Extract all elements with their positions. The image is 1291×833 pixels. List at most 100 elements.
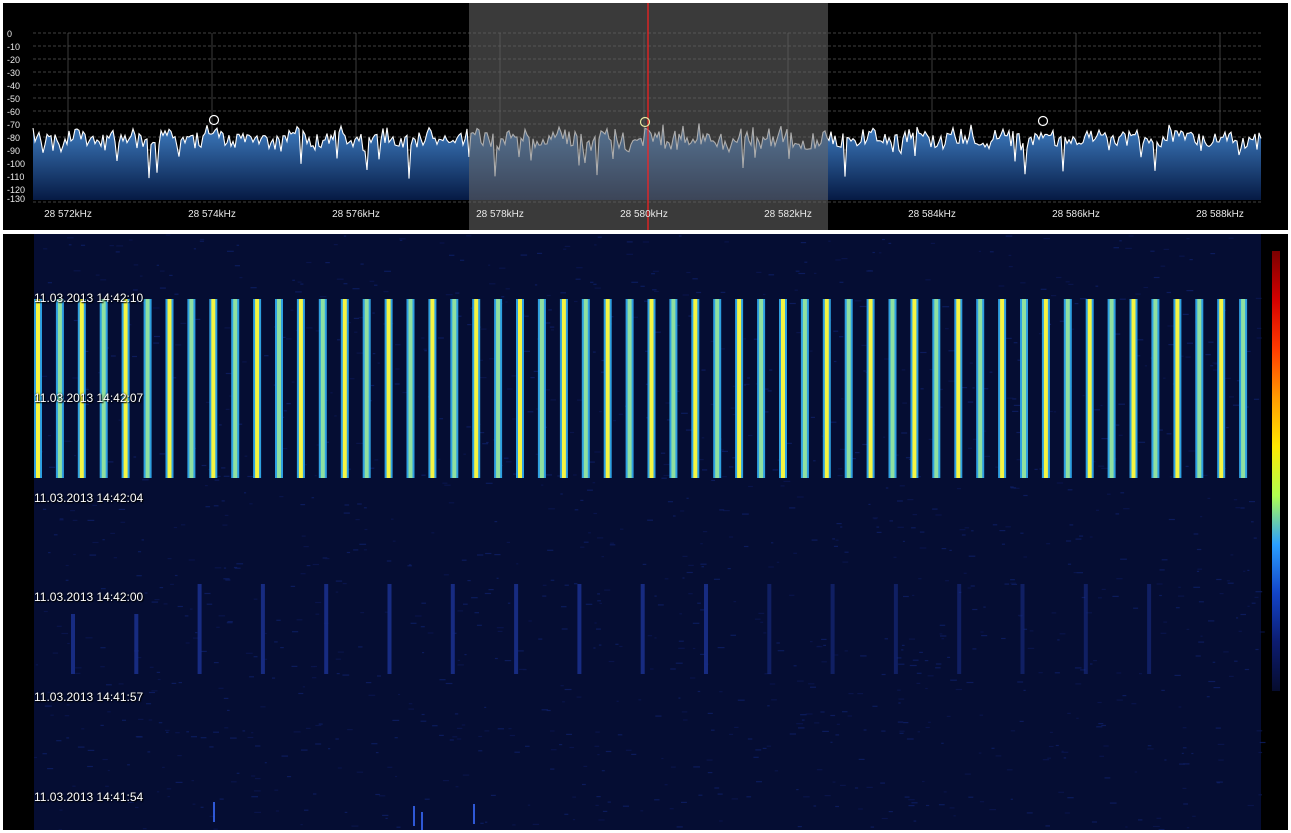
noise-speckle	[178, 682, 182, 684]
noise-speckle	[1256, 337, 1262, 339]
noise-speckle	[383, 291, 389, 293]
noise-speckle	[438, 337, 444, 339]
noise-speckle	[550, 768, 555, 770]
noise-speckle	[585, 603, 593, 605]
noise-speckle	[509, 734, 515, 737]
noise-speckle	[527, 411, 534, 413]
noise-speckle	[387, 766, 393, 768]
noise-speckle	[722, 476, 727, 478]
noise-speckle	[1207, 497, 1211, 499]
noise-speckle	[316, 444, 319, 446]
noise-speckle	[863, 370, 866, 372]
noise-speckle	[1138, 441, 1146, 443]
noise-speckle	[42, 753, 47, 755]
signal-stripe	[866, 299, 875, 478]
noise-speckle	[922, 780, 925, 783]
db-scale-label: -100	[7, 159, 26, 169]
noise-speckle	[746, 796, 752, 798]
noise-speckle	[395, 344, 401, 346]
noise-speckle	[654, 290, 659, 293]
noise-speckle	[1229, 675, 1234, 677]
waterfall-display[interactable]	[3, 234, 1288, 830]
noise-speckle	[490, 794, 496, 796]
signal-stripe	[1195, 299, 1204, 478]
noise-speckle	[698, 459, 704, 461]
noise-speckle	[395, 368, 400, 370]
noise-speckle	[599, 602, 602, 604]
noise-speckle	[525, 745, 530, 747]
freq-axis-label: 28 588kHz	[1196, 209, 1244, 220]
noise-speckle	[1131, 703, 1137, 705]
faint-signal-stripe	[514, 584, 519, 674]
waterfall-panel[interactable]: 11.03.2013 14:42:10 11.03.2013 14:42:07 …	[3, 234, 1288, 830]
noise-speckle	[926, 804, 930, 807]
noise-speckle	[100, 666, 105, 668]
noise-speckle	[264, 632, 267, 635]
signal-stripe	[844, 299, 853, 478]
noise-speckle	[1104, 777, 1111, 779]
noise-speckle	[1019, 720, 1024, 722]
noise-speckle	[847, 715, 852, 717]
noise-speckle	[214, 567, 222, 569]
spectrum-panel[interactable]: 0 -10 -20 -30 -40 -50 -60 -70 -80 -90 -1…	[3, 3, 1288, 230]
noise-speckle	[1023, 689, 1026, 691]
noise-speckle	[550, 749, 557, 751]
noise-speckle	[572, 819, 576, 821]
noise-speckle	[463, 603, 468, 605]
noise-speckle	[42, 508, 47, 510]
noise-speckle	[527, 804, 531, 806]
noise-speckle	[911, 802, 918, 804]
faint-signal-stripe	[957, 584, 962, 674]
noise-speckle	[839, 336, 844, 338]
signal-stripe	[800, 299, 809, 478]
noise-speckle	[582, 783, 586, 786]
noise-speckle	[883, 436, 886, 438]
noise-speckle	[1101, 467, 1108, 469]
noise-speckle	[620, 528, 624, 530]
noise-speckle	[1255, 648, 1259, 651]
noise-speckle	[961, 534, 966, 536]
noise-speckle	[346, 551, 351, 554]
noise-speckle	[1005, 526, 1011, 528]
noise-speckle	[517, 650, 524, 652]
noise-speckle	[484, 706, 487, 708]
noise-speckle	[499, 267, 506, 269]
noise-speckle	[860, 655, 867, 657]
noise-speckle	[312, 563, 319, 566]
noise-speckle	[724, 241, 729, 243]
signal-stripe	[450, 299, 459, 478]
noise-speckle	[455, 786, 459, 788]
noise-speckle	[454, 713, 459, 715]
noise-speckle	[201, 464, 207, 467]
signal-stripe	[494, 299, 503, 478]
noise-speckle	[1219, 593, 1224, 595]
noise-speckle	[833, 330, 839, 332]
noise-speckle	[789, 733, 796, 735]
noise-speckle	[801, 719, 805, 721]
noise-speckle	[159, 287, 166, 289]
noise-speckle	[251, 775, 256, 777]
spectrum-plot[interactable]	[3, 3, 1288, 230]
signal-stripe	[537, 299, 546, 478]
noise-speckle	[602, 810, 608, 812]
noise-speckle	[242, 730, 246, 732]
noise-speckle	[706, 759, 713, 761]
signal-stripe	[34, 299, 42, 478]
noise-speckle	[163, 603, 168, 605]
noise-speckle	[949, 807, 955, 809]
noise-speckle	[1169, 476, 1173, 478]
noise-speckle	[793, 665, 797, 667]
noise-speckle	[1082, 395, 1085, 397]
noise-speckle	[771, 699, 777, 701]
noise-speckle	[127, 764, 130, 766]
noise-speckle	[311, 497, 315, 499]
noise-speckle	[47, 282, 52, 284]
noise-speckle	[1091, 821, 1097, 823]
noise-speckle	[162, 766, 165, 768]
noise-speckle	[1134, 771, 1138, 773]
signal-stripe	[1129, 299, 1138, 478]
noise-speckle	[1223, 651, 1229, 653]
noise-speckle	[673, 515, 676, 517]
waterfall-timestamp: 11.03.2013 14:42:04	[34, 491, 144, 505]
noise-speckle	[654, 799, 660, 801]
